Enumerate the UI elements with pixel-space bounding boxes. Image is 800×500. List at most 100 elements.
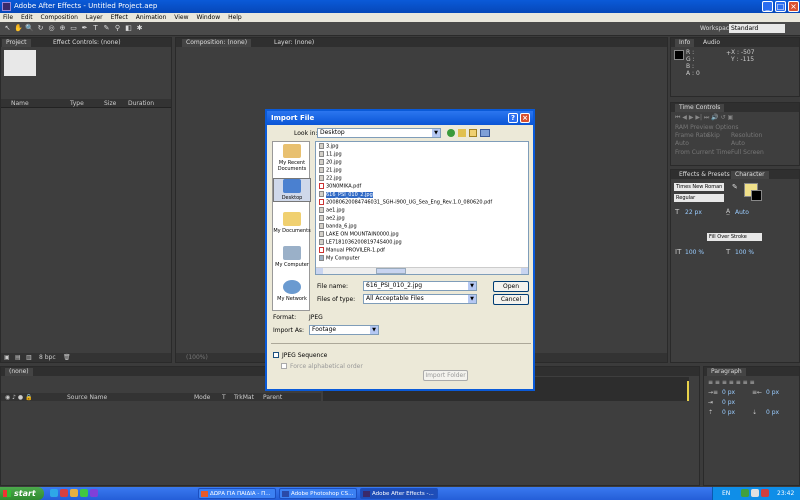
clock[interactable]: 23:42 xyxy=(777,487,794,500)
font-size-value[interactable]: 22 px xyxy=(685,209,702,216)
indent-right-value[interactable]: 0 px xyxy=(766,389,779,396)
list-item[interactable]: 11.jpg xyxy=(319,151,342,158)
clone-stamp-tool-icon[interactable]: ⚲ xyxy=(113,24,122,33)
new-folder-icon[interactable]: ▤ xyxy=(15,354,21,361)
dialog-close-button[interactable]: × xyxy=(520,113,530,123)
task-browser[interactable]: ΔΩΡΑ ΓΙΑ ΠΑΙΔΙΑ - Π... xyxy=(198,488,276,499)
frame-rate-value[interactable]: Auto xyxy=(675,140,689,147)
pen-tool-icon[interactable]: ✒ xyxy=(80,24,89,33)
list-item[interactable]: 3.jpg xyxy=(319,143,339,150)
horizontal-scale-value[interactable]: 100 % xyxy=(735,249,754,256)
vertical-scale-value[interactable]: 100 % xyxy=(685,249,704,256)
space-after-value[interactable]: 0 px xyxy=(766,409,779,416)
place-recent-documents[interactable]: My Recent Documents xyxy=(273,144,311,172)
column-type[interactable]: Type xyxy=(70,100,84,107)
maximize-button[interactable]: □ xyxy=(775,1,786,12)
tab-effect-controls[interactable]: Effect Controls: (none) xyxy=(49,39,125,47)
eraser-tool-icon[interactable]: ◧ xyxy=(124,24,133,33)
bpc-label[interactable]: 8 bpc xyxy=(39,354,56,361)
interpret-footage-icon[interactable]: ▣ xyxy=(4,354,10,361)
from-current-time[interactable]: From Current Time xyxy=(675,149,731,156)
tab-paragraph[interactable]: Paragraph xyxy=(707,368,746,376)
selection-tool-icon[interactable]: ↖ xyxy=(3,24,12,33)
quicklaunch-folder-icon[interactable] xyxy=(70,489,78,497)
leading-value[interactable]: Auto xyxy=(735,209,749,216)
task-photoshop[interactable]: Adobe Photoshop CS... xyxy=(279,488,357,499)
jpeg-sequence-checkbox[interactable] xyxy=(273,352,279,358)
scroll-right-icon[interactable] xyxy=(521,268,528,274)
list-item[interactable]: banda_6.jpg xyxy=(319,223,357,230)
column-trkmat[interactable]: TrkMat xyxy=(234,394,254,401)
tab-audio[interactable]: Audio xyxy=(699,39,724,47)
cancel-button[interactable]: Cancel xyxy=(493,294,529,305)
list-item[interactable]: LAKE ON MOUNTAIN0000.jpg xyxy=(319,231,399,238)
quicklaunch-app-icon[interactable] xyxy=(60,489,68,497)
tab-project[interactable]: Project xyxy=(2,39,31,47)
zoom-tool-icon[interactable]: 🔍 xyxy=(25,24,34,33)
task-after-effects[interactable]: Adobe After Effects -... xyxy=(360,488,438,499)
space-before-value[interactable]: 0 px xyxy=(722,409,735,416)
quicklaunch-media-icon[interactable] xyxy=(80,489,88,497)
column-duration[interactable]: Duration xyxy=(128,100,154,107)
new-comp-icon[interactable]: ▥ xyxy=(26,354,32,361)
import-as-select[interactable]: Footage ▼ xyxy=(309,325,379,335)
menu-view[interactable]: View xyxy=(174,14,188,21)
pan-behind-tool-icon[interactable]: ⊕ xyxy=(58,24,67,33)
up-folder-icon[interactable] xyxy=(458,129,466,137)
ram-preview-options[interactable]: RAM Preview Options xyxy=(675,124,739,131)
file-name-input[interactable]: 616_PSI_010_2.jpg ▼ xyxy=(363,281,477,291)
hand-tool-icon[interactable]: ✋ xyxy=(14,24,23,33)
indent-left-value[interactable]: 0 px xyxy=(722,389,735,396)
column-parent[interactable]: Parent xyxy=(263,394,282,401)
menu-animation[interactable]: Animation xyxy=(136,14,167,21)
menu-window[interactable]: Window xyxy=(196,14,220,21)
tray-security-icon[interactable] xyxy=(761,489,769,497)
list-item[interactable]: 21.jpg xyxy=(319,167,342,174)
puppet-tool-icon[interactable]: ✱ xyxy=(135,24,144,33)
menu-layer[interactable]: Layer xyxy=(86,14,103,21)
place-my-computer[interactable]: My Computer xyxy=(273,246,311,268)
scroll-thumb[interactable] xyxy=(376,268,406,274)
font-family-select[interactable]: Times New Roman xyxy=(674,183,724,191)
menu-file[interactable]: File xyxy=(3,14,13,21)
list-item[interactable]: Manual PROVILER-1.pdf xyxy=(319,247,385,254)
workspace-select[interactable]: Standard xyxy=(729,24,785,33)
column-name[interactable]: Name xyxy=(11,100,29,107)
column-source-name[interactable]: Source Name xyxy=(67,394,107,401)
transport-buttons[interactable]: ⏮ ◀ ▶ ▶| ⏭ 🔊 ↺ ▣ xyxy=(675,114,733,122)
tab-timeline[interactable]: (none) xyxy=(5,368,33,376)
minimize-button[interactable]: _ xyxy=(762,1,773,12)
list-item-selected[interactable]: 616_PSI_010_2.jpg xyxy=(319,191,373,198)
place-desktop[interactable]: Desktop xyxy=(273,178,311,202)
menu-composition[interactable]: Composition xyxy=(41,14,78,21)
list-item[interactable]: ae1.jpg xyxy=(319,207,345,214)
list-item[interactable]: ae2.jpg xyxy=(319,215,345,222)
force-alphabetical-checkbox[interactable] xyxy=(281,363,287,369)
menu-help[interactable]: Help xyxy=(228,14,242,21)
tray-volume-icon[interactable] xyxy=(751,489,759,497)
list-item[interactable]: My Computer xyxy=(319,255,360,262)
eyedropper-icon[interactable]: ✎ xyxy=(732,184,738,191)
full-screen[interactable]: Full Screen xyxy=(731,149,764,156)
quicklaunch-ie-icon[interactable] xyxy=(50,489,58,497)
mask-tool-icon[interactable]: ▭ xyxy=(69,24,78,33)
new-folder-icon[interactable] xyxy=(469,129,477,137)
stroke-color-swatch[interactable] xyxy=(751,190,762,201)
open-button[interactable]: Open xyxy=(493,281,529,292)
rotation-tool-icon[interactable]: ↻ xyxy=(36,24,45,33)
start-button[interactable]: start xyxy=(0,487,44,500)
column-t[interactable]: T xyxy=(222,394,226,401)
resolution-value[interactable]: Auto xyxy=(731,140,745,147)
scroll-left-icon[interactable] xyxy=(316,268,323,274)
list-item[interactable]: LE718103620081974S400.jpg xyxy=(319,239,402,246)
tray-network-icon[interactable] xyxy=(741,489,749,497)
look-in-select[interactable]: Desktop ▼ xyxy=(317,128,441,138)
type-tool-icon[interactable]: T xyxy=(91,24,100,33)
magnification-label[interactable]: (100%) xyxy=(186,354,208,361)
list-item[interactable]: 22.jpg xyxy=(319,175,342,182)
list-item[interactable]: 30N0MIKA.pdf xyxy=(319,183,361,190)
quicklaunch-ae-icon[interactable] xyxy=(90,489,98,497)
place-my-documents[interactable]: My Documents xyxy=(273,212,311,234)
language-indicator[interactable]: EN xyxy=(722,487,730,500)
view-menu-icon[interactable] xyxy=(480,129,490,137)
